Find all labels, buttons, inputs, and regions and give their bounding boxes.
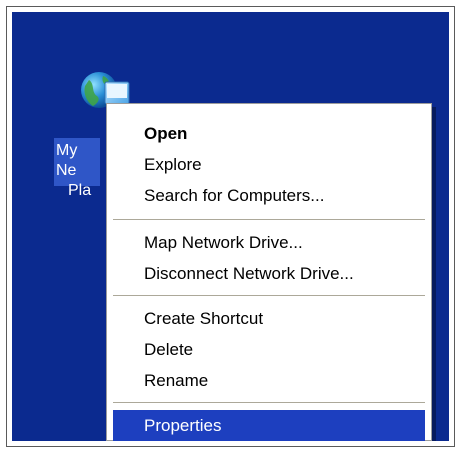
menu-item-create-shortcut[interactable]: Create Shortcut (107, 303, 431, 334)
menu-separator (113, 402, 425, 404)
screenshot-frame: My Ne Pla Open Explore Search for Comput… (6, 6, 455, 447)
menu-item-search-for-computers[interactable]: Search for Computers... (107, 180, 431, 211)
menu-separator (113, 295, 425, 297)
desktop-icon-label-line1: My Ne (56, 142, 78, 179)
menu-item-map-network-drive[interactable]: Map Network Drive... (107, 227, 431, 258)
menu-item-explore[interactable]: Explore (107, 149, 431, 180)
menu-item-rename[interactable]: Rename (107, 365, 431, 396)
menu-separator (113, 219, 425, 221)
context-menu: Open Explore Search for Computers... Map… (106, 103, 432, 441)
desktop: My Ne Pla Open Explore Search for Comput… (12, 12, 449, 441)
menu-item-delete[interactable]: Delete (107, 334, 431, 365)
menu-item-disconnect-network-drive[interactable]: Disconnect Network Drive... (107, 258, 431, 289)
desktop-icon-label: My Ne Pla (54, 138, 100, 199)
menu-item-open[interactable]: Open (107, 118, 431, 149)
desktop-icon-label-line2: Pla (68, 182, 92, 199)
menu-item-properties[interactable]: Properties (113, 410, 425, 441)
